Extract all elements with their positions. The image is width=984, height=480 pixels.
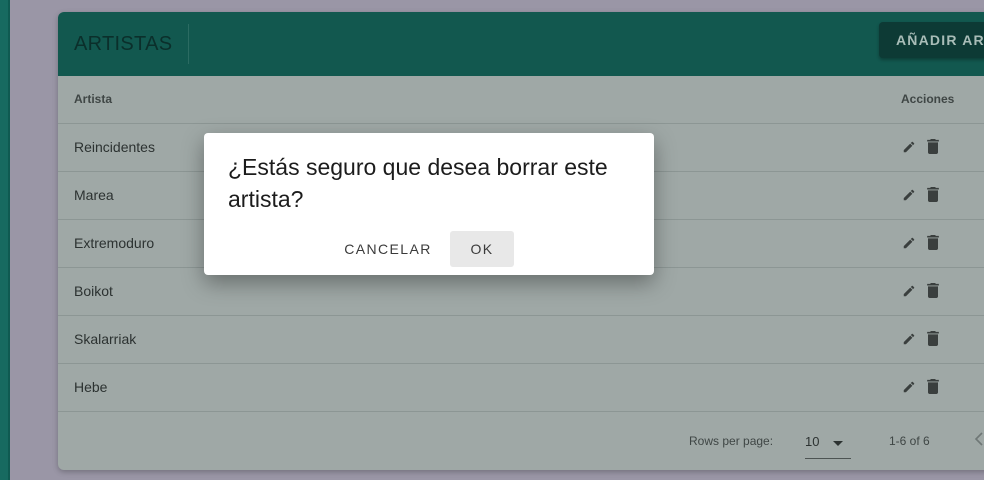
ok-button[interactable]: OK xyxy=(450,231,514,267)
delete-icon[interactable] xyxy=(927,283,939,298)
rows-per-page-value: 10 xyxy=(805,434,820,449)
artist-name: Marea xyxy=(74,187,114,203)
table-row: Hebe xyxy=(58,364,984,412)
artist-name: Reincidentes xyxy=(74,139,155,155)
column-header-actions: Acciones xyxy=(901,92,955,106)
edit-icon[interactable] xyxy=(902,332,916,346)
table-row: Boikot xyxy=(58,268,984,316)
column-header-artist[interactable]: Artista xyxy=(74,76,112,123)
delete-icon[interactable] xyxy=(927,187,939,202)
edit-icon[interactable] xyxy=(902,284,916,298)
title-divider xyxy=(188,24,189,64)
table-pagination: Rows per page: 10 1-6 of 6 xyxy=(58,412,984,470)
table-header: Artista Acciones xyxy=(58,76,984,124)
edit-icon[interactable] xyxy=(902,380,916,394)
delete-icon[interactable] xyxy=(927,379,939,394)
card-header: ARTISTAS AÑADIR ART xyxy=(58,12,984,76)
artist-name: Boikot xyxy=(74,283,113,299)
chevron-left-icon[interactable] xyxy=(974,432,984,446)
page-title: ARTISTAS xyxy=(74,33,173,55)
artist-name: Extremoduro xyxy=(74,235,155,251)
artist-name: Skalarriak xyxy=(74,331,137,347)
edit-icon[interactable] xyxy=(902,140,916,154)
table-row: Skalarriak xyxy=(58,316,984,364)
edit-icon[interactable] xyxy=(902,188,916,202)
delete-icon[interactable] xyxy=(927,235,939,250)
delete-icon[interactable] xyxy=(927,139,939,154)
add-artist-button[interactable]: AÑADIR ART xyxy=(879,22,984,58)
edit-icon[interactable] xyxy=(902,236,916,250)
artist-name: Hebe xyxy=(74,379,108,395)
delete-icon[interactable] xyxy=(927,331,939,346)
dialog-title: ¿Estás seguro que desea borrar este arti… xyxy=(228,154,608,212)
left-rail xyxy=(0,0,10,480)
rows-per-page-label: Rows per page: xyxy=(689,434,774,448)
pagination-range: 1-6 of 6 xyxy=(889,434,930,448)
cancel-button[interactable]: CANCELAR xyxy=(342,231,434,267)
confirm-delete-dialog: ¿Estás seguro que desea borrar este arti… xyxy=(204,133,654,275)
rows-per-page-select[interactable]: 10 xyxy=(805,428,851,459)
chevron-down-icon xyxy=(833,441,843,446)
